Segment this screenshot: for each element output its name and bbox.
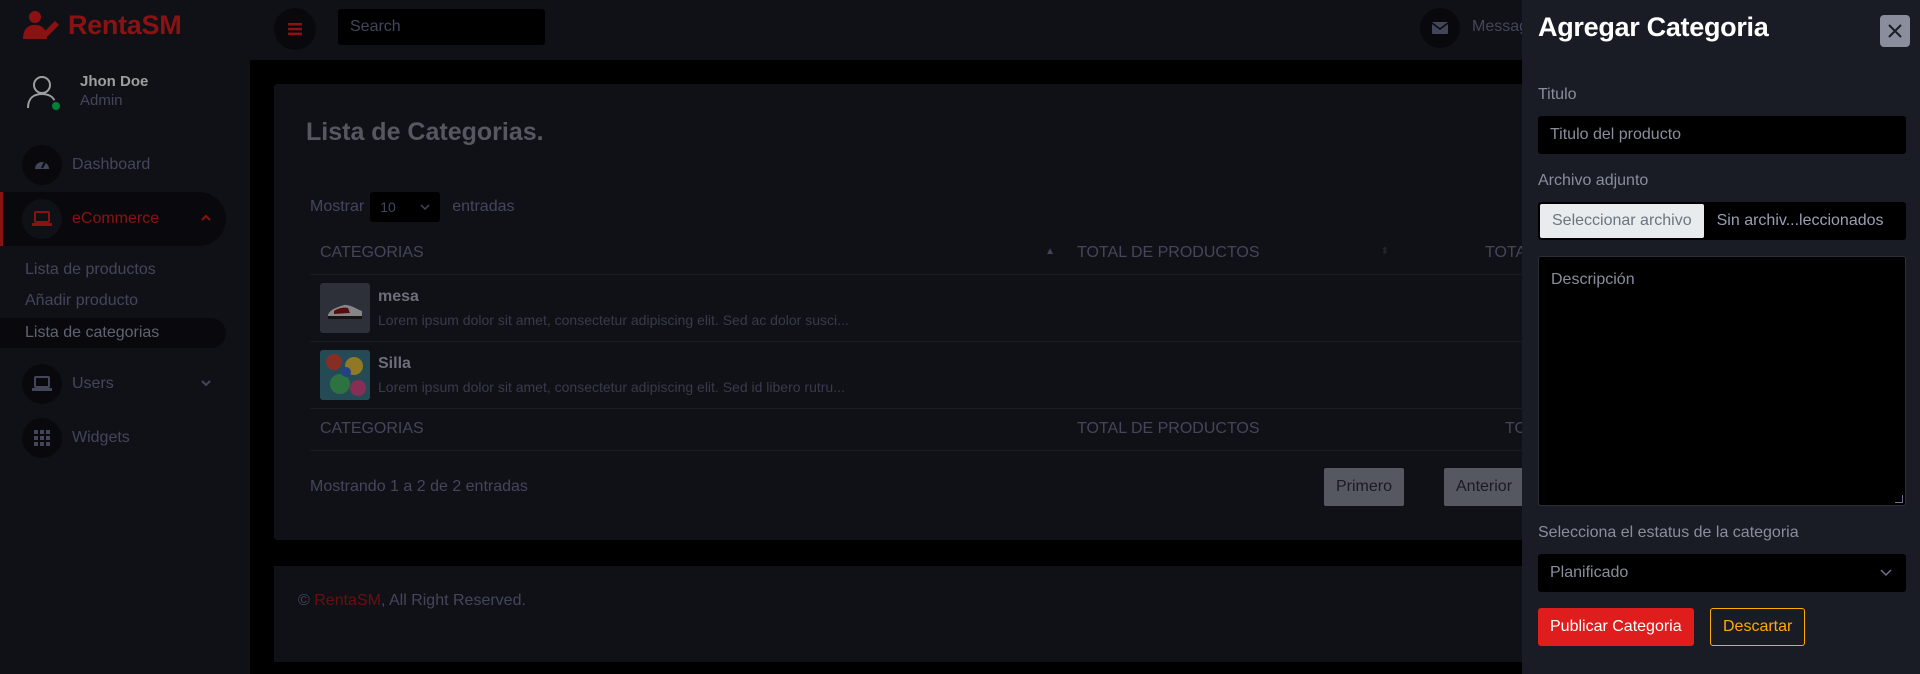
choose-file-button[interactable]: Seleccionar archivo <box>1540 204 1704 238</box>
title-input[interactable]: Titulo del producto <box>1538 116 1906 154</box>
description-textarea[interactable]: Descripción <box>1538 256 1906 506</box>
file-input[interactable]: Seleccionar archivo Sin archiv...leccion… <box>1538 202 1906 240</box>
attachment-label: Archivo adjunto <box>1538 172 1649 189</box>
resize-handle[interactable] <box>1895 495 1903 503</box>
file-status: Sin archiv...leccionados <box>1716 212 1884 229</box>
publish-category-button[interactable]: Publicar Categoria <box>1538 608 1694 646</box>
chevron-down-icon <box>1880 569 1892 577</box>
panel-title: Agregar Categoria <box>1538 12 1769 42</box>
status-label: Selecciona el estatus de la categoria <box>1538 524 1799 541</box>
title-label: Titulo <box>1538 86 1577 103</box>
status-select[interactable]: Planificado <box>1538 554 1906 592</box>
discard-button[interactable]: Descartar <box>1710 608 1806 646</box>
close-icon <box>1888 24 1902 38</box>
close-button[interactable] <box>1880 15 1910 47</box>
add-category-panel: Agregar Categoria Titulo Titulo del prod… <box>1522 0 1920 674</box>
description-placeholder: Descripción <box>1551 271 1635 288</box>
status-value: Planificado <box>1550 564 1629 581</box>
